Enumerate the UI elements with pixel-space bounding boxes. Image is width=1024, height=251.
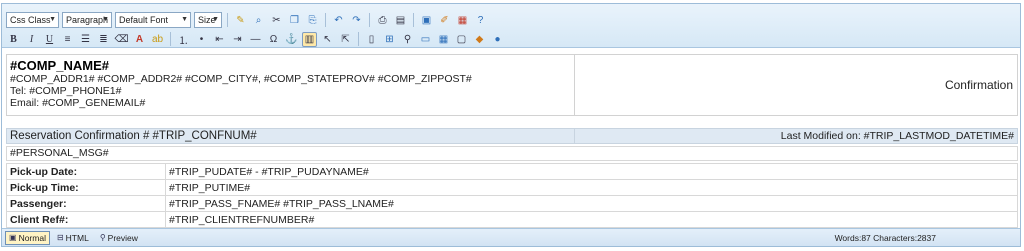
underline-icon[interactable]: U [42,32,57,47]
font-select[interactable]: Default Font ▼ [115,12,191,28]
table-row: Passenger: #TRIP_PASS_FNAME# #TRIP_PASS_… [6,195,1018,212]
company-tel: Tel: #COMP_PHONE1# [10,85,122,97]
highlight-icon[interactable]: ab [150,32,165,47]
editor-content-area[interactable]: #COMP_NAME# #COMP_ADDR1# #COMP_ADDR2# #C… [2,50,1020,228]
row-value: #TRIP_PUDATE# - #TRIP_PUDAYNAME# [165,163,1018,180]
paragraph-select[interactable]: Paragraph ▼ [62,12,112,28]
row-label: Pick-up Time: [6,179,166,196]
anchor-icon[interactable]: ⚓ [284,32,299,47]
italic-icon[interactable]: I [24,32,39,47]
print-icon[interactable]: ⎙ [375,13,390,28]
row-label: Client Ref#: [6,211,166,228]
insert-file-icon[interactable]: ✐ [437,13,452,28]
cut-icon[interactable]: ✂ [269,13,284,28]
special-char-icon[interactable]: Ω [266,32,281,47]
css-class-select[interactable]: Css Class ▼ [6,12,59,28]
select-icon[interactable]: ↖ [320,32,335,47]
undo-icon[interactable]: ↶ [331,13,346,28]
row-label: Passenger: [6,195,166,212]
table-row: Client Ref#: #TRIP_CLIENTREFNUMBER# [6,211,1018,228]
company-name: #COMP_NAME# [10,58,109,73]
font-color-icon[interactable]: A [132,32,147,47]
font-label: Default Font [119,15,169,25]
size-select[interactable]: Size ▼ [194,12,222,28]
word-character-count: Words:87 Characters:2837 [834,232,936,243]
horizontal-rule-icon[interactable]: — [248,32,263,47]
html-mode-tab[interactable]: ⊟ HTML [53,231,93,245]
table-row: Pick-up Date: #TRIP_PUDATE# - #TRIP_PUDA… [6,163,1018,180]
personal-message: #PERSONAL_MSG# [6,146,1018,161]
align-center-icon[interactable]: ☰ [78,32,93,47]
editor-toolbar: Css Class ▼ Paragraph ▼ Default Font ▼ Size… [2,4,1020,48]
preview-icon[interactable]: ▤ [393,13,408,28]
bold-icon[interactable]: B [6,32,21,47]
design-icon: ▣ [9,233,17,242]
toolbar-row-2: B I U ≡ ☰ ≣ ⌫ A ab ⒈ • ⇤ ⇥ — Ω ⚓ ▥ ↖ ⇱ ▯… [6,30,505,48]
preview-mode-label: Preview [107,232,138,243]
show-borders-icon[interactable]: ▥ [302,31,317,47]
row-value: #TRIP_PASS_FNAME# #TRIP_PASS_LNAME# [165,195,1018,212]
preview-mode-tab[interactable]: ⚲ Preview [96,231,142,245]
row-value: #TRIP_CLIENTREFNUMBER# [165,211,1018,228]
copy-icon[interactable]: ❐ [287,13,302,28]
rich-text-editor: Css Class ▼ Paragraph ▼ Default Font ▼ Size… [1,3,1021,247]
insert-pdf-icon[interactable]: ▦ [455,13,470,28]
toolbar-separator [170,32,171,46]
eraser-icon[interactable]: ⌫ [114,32,129,47]
indent-icon[interactable]: ⇥ [230,32,245,47]
outdent-icon[interactable]: ⇤ [212,32,227,47]
company-header: #COMP_NAME# #COMP_ADDR1# #COMP_ADDR2# #C… [6,54,1018,116]
trip-details-table: Pick-up Date: #TRIP_PUDATE# - #TRIP_PUDA… [6,163,1018,228]
spellcheck-icon[interactable]: ✎ [233,13,248,28]
plugin-icon[interactable]: ● [490,32,505,47]
chevron-down-icon: ▼ [49,16,56,23]
company-address: #COMP_ADDR1# #COMP_ADDR2# #COMP_CITY#, #… [10,73,472,85]
find-icon[interactable]: ⌕ [251,13,266,28]
table-row: Pick-up Time: #TRIP_PUTIME# [6,179,1018,196]
document-title: Confirmation [944,78,1013,92]
toolbar-separator [358,32,359,46]
chevron-down-icon: ▼ [181,16,188,23]
image-map-icon[interactable]: ⊞ [382,32,397,47]
toolbar-row-1: Css Class ▼ Paragraph ▼ Default Font ▼ Size… [6,11,488,29]
row-label: Pick-up Date: [6,163,166,180]
insert-image-icon[interactable]: ▣ [419,13,434,28]
normal-mode-tab[interactable]: ▣ Normal [5,230,50,245]
magnifier-icon: ⚲ [99,233,106,242]
toolbar-separator [413,13,414,27]
normal-mode-label: Normal [18,232,46,243]
chevron-down-icon: ▼ [212,16,219,23]
unordered-list-icon[interactable]: • [194,32,209,47]
align-right-icon[interactable]: ≣ [96,32,111,47]
confirmation-bar: Reservation Confirmation # #TRIP_CONFNUM… [6,128,1018,144]
confirmation-number: Reservation Confirmation # #TRIP_CONFNUM… [7,129,575,143]
html-icon: ⊟ [56,233,64,242]
find-replace-icon[interactable]: ⚲ [400,32,415,47]
frame-icon[interactable]: ▢ [454,32,469,47]
last-modified: Last Modified on: #TRIP_LASTMOD_DATETIME… [780,130,1014,142]
html-mode-label: HTML [65,232,89,243]
ordered-list-icon[interactable]: ⒈ [176,32,191,47]
company-email: Email: #COMP_GENEMAIL# [10,97,146,109]
toolbar-separator [325,13,326,27]
paste-icon[interactable]: ⎘ [305,13,320,28]
redo-icon[interactable]: ↷ [349,13,364,28]
row-value: #TRIP_PUTIME# [165,179,1018,196]
pointer-icon[interactable]: ⇱ [338,32,353,47]
chevron-down-icon: ▼ [102,16,109,23]
template-icon[interactable]: ◆ [472,32,487,47]
editor-status-bar: ▣ Normal ⊟ HTML ⚲ Preview Words:87 Chara… [2,228,1020,246]
toolbar-separator [227,13,228,27]
help-icon[interactable]: ? [473,13,488,28]
company-info: #COMP_NAME# #COMP_ADDR1# #COMP_ADDR2# #C… [7,55,575,115]
table-icon[interactable]: ▦ [436,32,451,47]
css-class-label: Css Class [10,15,51,25]
form-icon[interactable]: ▭ [418,32,433,47]
new-doc-icon[interactable]: ▯ [364,32,379,47]
toolbar-separator [369,13,370,27]
align-left-icon[interactable]: ≡ [60,32,75,47]
